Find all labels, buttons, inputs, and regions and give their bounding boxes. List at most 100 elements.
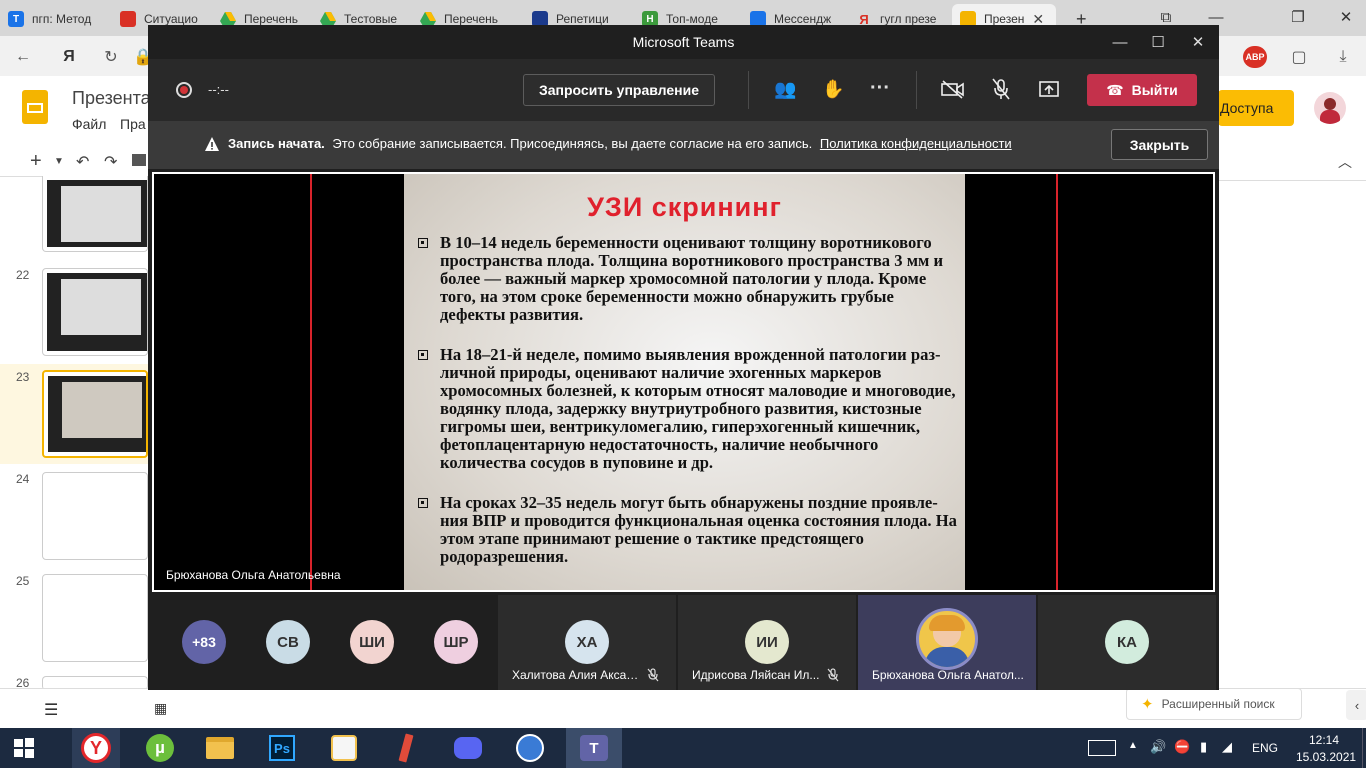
warning-icon	[204, 136, 220, 152]
language-indicator[interactable]: ENG	[1252, 741, 1278, 755]
recording-icon	[176, 82, 192, 98]
yandex-icon[interactable]: Я	[58, 46, 80, 68]
menu-edit[interactable]: Пра	[120, 116, 146, 132]
file-explorer-icon[interactable]	[196, 728, 244, 768]
doc-title[interactable]: Презента	[72, 88, 151, 109]
back-icon[interactable]: ←	[12, 46, 34, 68]
side-panel-toggle-icon[interactable]: ‹	[1346, 690, 1366, 720]
undo-icon[interactable]: ↶	[76, 152, 89, 172]
explore-icon: ✦	[1141, 696, 1154, 713]
privacy-policy-link[interactable]: Политика конфиденциальности	[820, 136, 1012, 151]
slide-bullet: В 10–14 недель беременности оценивают то…	[418, 234, 958, 324]
network-icon[interactable]: ⛔	[1174, 739, 1190, 755]
avatar: ХА	[565, 620, 609, 664]
yandex-browser-icon[interactable]: Y	[72, 728, 120, 768]
adblock-badge[interactable]: ABP	[1243, 46, 1267, 68]
participant-tile[interactable]: ХА Халитова Алия Аксан...	[498, 595, 676, 690]
close-banner-button[interactable]: Закрыть	[1111, 129, 1208, 160]
slide-thumbnail[interactable]	[42, 268, 148, 356]
slide-bullet: На 18–21-й неделе, помимо выявления врож…	[418, 346, 958, 472]
maximize-icon[interactable]: ❐	[1278, 0, 1318, 34]
shared-screen: УЗИ скрининг В 10–14 недель беременности…	[152, 172, 1215, 592]
reload-icon[interactable]: ↻	[100, 46, 122, 68]
share-button[interactable]: Доступа	[1218, 90, 1294, 126]
more-options-icon[interactable]: ···	[870, 77, 890, 100]
avatar[interactable]: ШИ	[350, 620, 394, 664]
participants-strip: +83 СВ ШИ ШР ХА Халитова Алия Аксан... И…	[148, 595, 1219, 690]
leave-button[interactable]: ☎ Выйти	[1087, 74, 1197, 106]
battery-icon[interactable]: ▮	[1200, 739, 1207, 755]
participant-name: Идрисова Ляйсан Ил...	[692, 668, 820, 682]
slide-bullet: На сроках 32–35 недель могут быть обнару…	[418, 494, 958, 566]
chevron-up-icon[interactable]: ▲	[1128, 740, 1138, 751]
divider	[1218, 180, 1366, 181]
list-view-icon[interactable]: ☰	[44, 700, 58, 720]
menu-file[interactable]: Файл	[72, 116, 106, 132]
browser-tab[interactable]: T пгп: Метод	[0, 4, 112, 34]
divider	[916, 71, 917, 109]
avatar[interactable]	[1314, 92, 1346, 124]
maximize-icon[interactable]: ☐	[1138, 25, 1178, 59]
volume-icon[interactable]: 🔊	[1150, 739, 1166, 755]
explore-button[interactable]: ✦ Расширенный поиск	[1126, 688, 1302, 720]
close-icon[interactable]: ✕	[1178, 25, 1218, 59]
avatar[interactable]: СВ	[266, 620, 310, 664]
utorrent-icon[interactable]: µ	[136, 728, 184, 768]
show-desktop-button[interactable]	[1362, 728, 1366, 768]
bullet-icon	[418, 238, 428, 248]
share-screen-icon[interactable]	[1038, 79, 1060, 99]
clock-date[interactable]: 15.03.2021	[1296, 750, 1356, 764]
more-participants-badge[interactable]: +83	[182, 620, 226, 664]
site-icon	[120, 11, 136, 27]
slide-thumbnail[interactable]	[42, 176, 148, 252]
print-icon[interactable]	[132, 154, 146, 166]
avatar: КА	[1105, 620, 1149, 664]
bullet-icon	[418, 498, 428, 508]
slide-number: 24	[16, 472, 30, 486]
slide-number: 22	[16, 268, 30, 282]
redo-icon[interactable]: ↷	[104, 152, 117, 172]
minimize-icon[interactable]: —	[1100, 25, 1140, 59]
site-icon: T	[8, 11, 24, 27]
meeting-timer: --:--	[208, 82, 229, 97]
mic-off-icon[interactable]	[990, 77, 1012, 101]
avatar	[916, 608, 978, 670]
close-icon[interactable]: ✕	[1326, 0, 1366, 34]
camera-off-icon[interactable]	[940, 79, 966, 99]
collapse-icon[interactable]: ︿	[1338, 152, 1352, 172]
start-button[interactable]	[0, 728, 48, 768]
participant-tile-active-speaker[interactable]: Брюханова Ольга Анатол...	[858, 595, 1036, 690]
discord-icon[interactable]	[444, 728, 492, 768]
chevron-down-icon[interactable]: ▼	[54, 156, 64, 167]
slide-thumbnail-selected[interactable]	[42, 370, 148, 458]
participant-name: Халитова Алия Аксан...	[512, 668, 640, 682]
app-icon[interactable]	[506, 728, 554, 768]
request-control-button[interactable]: Запросить управление	[523, 74, 715, 106]
recording-notice-banner: Запись начата. Это собрание записывается…	[148, 121, 1219, 169]
participant-tile[interactable]: КА	[1038, 595, 1216, 690]
slide-thumbnail[interactable]	[42, 574, 148, 662]
touch-keyboard-icon[interactable]	[1088, 740, 1116, 756]
slides-logo-icon	[22, 90, 48, 124]
avatar[interactable]: ШР	[434, 620, 478, 664]
divider	[748, 71, 749, 109]
teams-icon[interactable]: T	[566, 728, 622, 768]
clock-time[interactable]: 12:14	[1304, 733, 1344, 747]
participant-tile[interactable]: ИИ Идрисова Ляйсан Ил...	[678, 595, 856, 690]
hang-up-icon: ☎	[1106, 81, 1124, 98]
window-title: Microsoft Teams	[148, 25, 1219, 59]
presenter-name: Брюханова Ольга Анатольевна	[166, 568, 341, 582]
pencil-app-icon[interactable]	[382, 728, 430, 768]
grid-view-icon[interactable]: ▦	[154, 700, 167, 717]
wifi-icon[interactable]: ◢	[1222, 739, 1232, 755]
collections-icon[interactable]: ▢	[1288, 46, 1310, 68]
divider	[1056, 174, 1058, 590]
download-icon[interactable]: ⤓	[1332, 46, 1354, 68]
raise-hand-icon[interactable]: ✋	[822, 79, 844, 100]
add-button[interactable]: +	[30, 150, 42, 173]
photoshop-icon[interactable]: Ps	[258, 728, 306, 768]
slide-thumbnail[interactable]	[42, 472, 148, 560]
taskbar: Y µ Ps T ▲ 🔊 ⛔ ▮ ◢ ENG 12:14 15.03.2021	[0, 728, 1366, 768]
participants-icon[interactable]: 👥	[774, 79, 796, 100]
paint-app-icon[interactable]	[320, 728, 368, 768]
